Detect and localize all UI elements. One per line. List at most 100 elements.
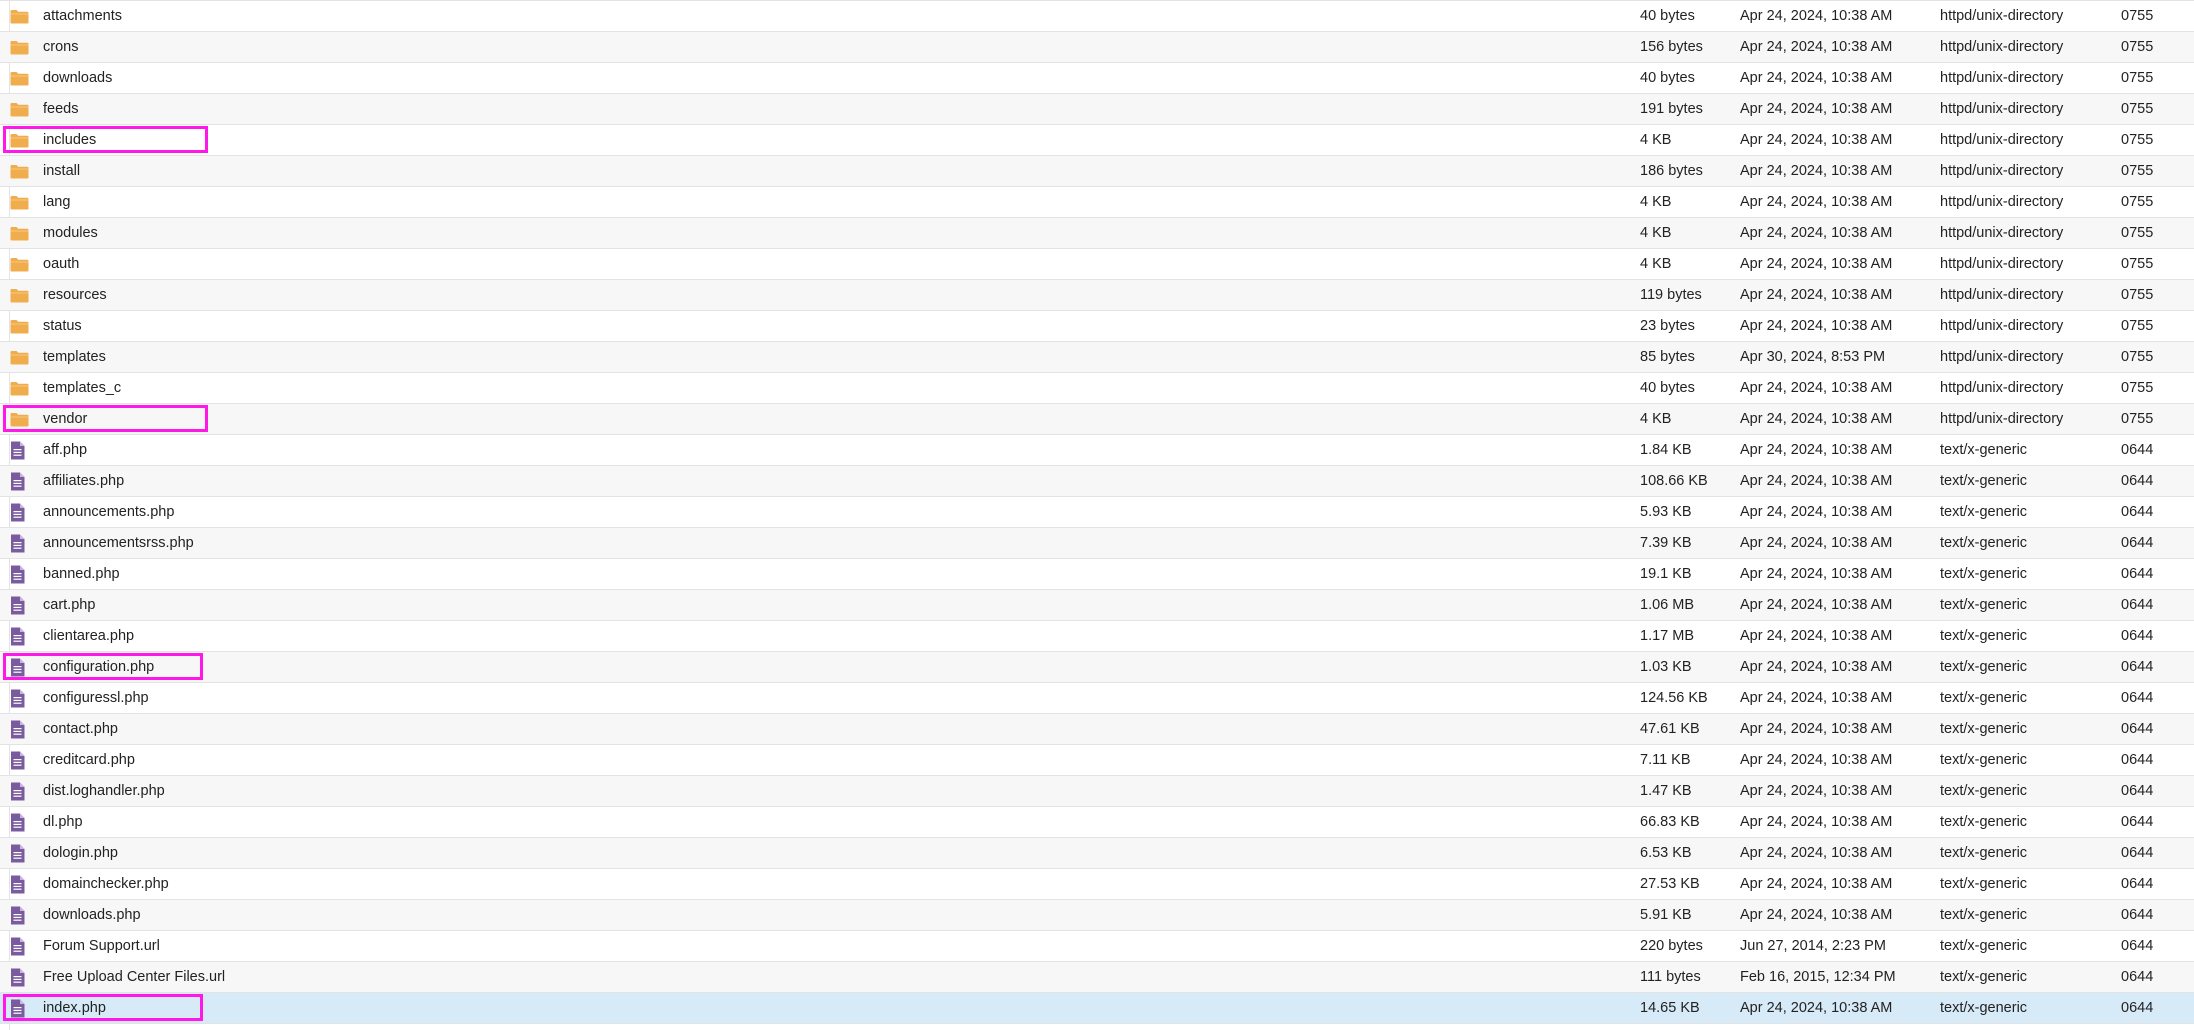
table-row[interactable]: vendor 4 KB Apr 24, 2024, 10:38 AM httpd/un… xyxy=(0,404,2194,435)
table-row[interactable]: Forum Support.url 220 bytes Jun 27, 2014, … xyxy=(0,931,2194,962)
file-modified-date: Apr 24, 2024, 10:38 AM xyxy=(1740,194,1893,210)
file-mime-type: text/x-generic xyxy=(1940,814,2028,830)
table-row[interactable]: modules 4 KB Apr 24, 2024, 10:38 AM httpd/u… xyxy=(0,218,2194,249)
file-modified-date: Apr 24, 2024, 10:38 AM xyxy=(1740,287,1893,303)
table-row[interactable]: oauth 4 KB Apr 24, 2024, 10:38 AM httpd/uni… xyxy=(0,249,2194,280)
file-permissions: 0755 xyxy=(2121,349,2154,365)
file-name[interactable]: configuressl.php xyxy=(43,683,149,713)
file-mime-type: httpd/unix-directory xyxy=(1940,163,2064,179)
file-name[interactable]: contact.php xyxy=(43,714,118,744)
file-name[interactable]: attachments xyxy=(43,1,122,31)
file-name[interactable]: announcementsrss.php xyxy=(43,528,194,558)
table-row[interactable]: affiliates.php 108.66 KB Apr 24, 2024, 10:… xyxy=(0,466,2194,497)
file-icon xyxy=(10,497,30,527)
table-row[interactable]: resources 119 bytes Apr 24, 2024, 10:38 AM… xyxy=(0,280,2194,311)
table-row[interactable]: announcements.php 5.93 KB Apr 24, 2024, 10… xyxy=(0,497,2194,528)
file-name[interactable]: affiliates.php xyxy=(43,466,124,496)
table-row[interactable]: index.php 14.65 KB Apr 24, 2024, 10:38 AM t… xyxy=(0,993,2194,1024)
table-row[interactable]: aff.php 1.84 KB Apr 24, 2024, 10:38 AM text… xyxy=(0,435,2194,466)
file-mime-type: httpd/unix-directory xyxy=(1940,39,2064,55)
table-row[interactable]: downloads.php 5.91 KB Apr 24, 2024, 10:38 … xyxy=(0,900,2194,931)
file-name[interactable]: cart.php xyxy=(43,590,95,620)
table-row[interactable]: feeds 191 bytes Apr 24, 2024, 10:38 AM http… xyxy=(0,94,2194,125)
file-name[interactable]: dist.loghandler.php xyxy=(43,776,165,806)
table-row[interactable]: downloads 40 bytes Apr 24, 2024, 10:38 AM h… xyxy=(0,63,2194,94)
table-row[interactable]: contact.php 47.61 KB Apr 24, 2024, 10:38 A… xyxy=(0,714,2194,745)
file-permissions: 0644 xyxy=(2121,659,2154,675)
table-row[interactable]: domainchecker.php 27.53 KB Apr 24, 2024, 1… xyxy=(0,869,2194,900)
file-name[interactable]: feeds xyxy=(43,94,78,124)
file-name[interactable]: banned.php xyxy=(43,559,120,589)
folder-icon xyxy=(10,218,30,248)
file-mime-type: httpd/unix-directory xyxy=(1940,70,2064,86)
table-row[interactable]: dist.loghandler.php 1.47 KB Apr 24, 2024, … xyxy=(0,776,2194,807)
file-mime-type: httpd/unix-directory xyxy=(1940,256,2064,272)
file-name[interactable]: lang xyxy=(43,187,70,217)
file-name[interactable]: announcements.php xyxy=(43,497,174,527)
file-name[interactable]: status xyxy=(43,311,82,341)
file-name[interactable]: index.php xyxy=(43,993,106,1023)
file-name[interactable]: install xyxy=(43,156,80,186)
file-name[interactable]: templates_c xyxy=(43,373,121,403)
file-name[interactable]: configuration.php xyxy=(43,652,154,682)
file-name[interactable]: crons xyxy=(43,32,78,62)
file-name[interactable]: downloads.php xyxy=(43,900,141,930)
file-modified-date: Apr 24, 2024, 10:38 AM xyxy=(1740,907,1893,923)
file-size: 4 KB xyxy=(1640,194,1672,210)
table-row[interactable]: lang 4 KB Apr 24, 2024, 10:38 AM httpd/unix… xyxy=(0,187,2194,218)
file-mime-type: httpd/unix-directory xyxy=(1940,318,2064,334)
file-modified-date: Apr 24, 2024, 10:38 AM xyxy=(1740,39,1893,55)
file-name[interactable]: downloads xyxy=(43,63,112,93)
file-modified-date: Apr 24, 2024, 10:38 AM xyxy=(1740,783,1893,799)
table-row[interactable]: install 186 bytes Apr 24, 2024, 10:38 AM ht… xyxy=(0,156,2194,187)
table-row[interactable]: cart.php 1.06 MB Apr 24, 2024, 10:38 AM tex… xyxy=(0,590,2194,621)
table-row[interactable]: Free Upload Center Files.url 111 bytes Feb… xyxy=(0,962,2194,993)
file-permissions: 0644 xyxy=(2121,628,2154,644)
file-name[interactable]: vendor xyxy=(43,404,87,434)
table-row[interactable]: templates 85 bytes Apr 30, 2024, 8:53 PM ht… xyxy=(0,342,2194,373)
table-row[interactable]: configuressl.php 124.56 KB Apr 24, 2024, 1… xyxy=(0,683,2194,714)
file-name[interactable]: includes xyxy=(43,125,96,155)
table-row[interactable]: includes 4 KB Apr 24, 2024, 10:38 AM httpd/… xyxy=(0,125,2194,156)
folder-icon xyxy=(10,1,30,31)
file-name[interactable]: dl.php xyxy=(43,807,83,837)
file-icon xyxy=(10,807,30,837)
table-row[interactable]: announcementsrss.php 7.39 KB Apr 24, 2024,… xyxy=(0,528,2194,559)
table-row[interactable]: templates_c 40 bytes Apr 24, 2024, 10:38 A… xyxy=(0,373,2194,404)
table-row[interactable]: dologin.php 6.53 KB Apr 24, 2024, 10:38 AM… xyxy=(0,838,2194,869)
table-row[interactable]: configuration.php 1.03 KB Apr 24, 2024, 10… xyxy=(0,652,2194,683)
file-size: 27.53 KB xyxy=(1640,876,1700,892)
table-row[interactable]: dl.php 66.83 KB Apr 24, 2024, 10:38 AM text… xyxy=(0,807,2194,838)
table-row[interactable]: attachments 40 bytes Apr 24, 2024, 10:38 A… xyxy=(0,1,2194,32)
file-name[interactable]: templates xyxy=(43,342,106,372)
file-name[interactable]: creditcard.php xyxy=(43,745,135,775)
file-modified-date: Apr 24, 2024, 10:38 AM xyxy=(1740,473,1893,489)
file-size: 6.53 KB xyxy=(1640,845,1692,861)
file-modified-date: Apr 24, 2024, 10:38 AM xyxy=(1740,70,1893,86)
file-name[interactable]: aff.php xyxy=(43,435,87,465)
file-modified-date: Apr 24, 2024, 10:38 AM xyxy=(1740,101,1893,117)
file-name[interactable]: oauth xyxy=(43,249,79,279)
table-row[interactable]: status 23 bytes Apr 24, 2024, 10:38 AM http… xyxy=(0,311,2194,342)
file-permissions: 0755 xyxy=(2121,70,2154,86)
folder-icon xyxy=(10,187,30,217)
file-modified-date: Jun 27, 2014, 2:23 PM xyxy=(1740,938,1886,954)
file-name[interactable]: domainchecker.php xyxy=(43,869,169,899)
file-name[interactable]: clientarea.php xyxy=(43,621,134,651)
file-icon xyxy=(10,745,30,775)
table-row[interactable]: banned.php 19.1 KB Apr 24, 2024, 10:38 AM t… xyxy=(0,559,2194,590)
table-row[interactable]: clientarea.php 1.17 MB Apr 24, 2024, 10:38… xyxy=(0,621,2194,652)
file-mime-type: text/x-generic xyxy=(1940,1000,2028,1016)
file-permissions: 0644 xyxy=(2121,1000,2154,1016)
file-name[interactable]: modules xyxy=(43,218,98,248)
file-name[interactable]: dologin.php xyxy=(43,838,118,868)
table-row[interactable]: creditcard.php 7.11 KB Apr 24, 2024, 10:38… xyxy=(0,745,2194,776)
file-modified-date: Apr 24, 2024, 10:38 AM xyxy=(1740,814,1893,830)
file-name[interactable]: resources xyxy=(43,280,107,310)
file-size: 111 bytes xyxy=(1640,969,1701,985)
file-name[interactable]: Forum Support.url xyxy=(43,931,160,961)
file-modified-date: Apr 24, 2024, 10:38 AM xyxy=(1740,442,1893,458)
file-name[interactable]: Free Upload Center Files.url xyxy=(43,962,225,992)
file-size: 1.17 MB xyxy=(1640,628,1694,644)
table-row[interactable]: crons 156 bytes Apr 24, 2024, 10:38 AM http… xyxy=(0,32,2194,63)
